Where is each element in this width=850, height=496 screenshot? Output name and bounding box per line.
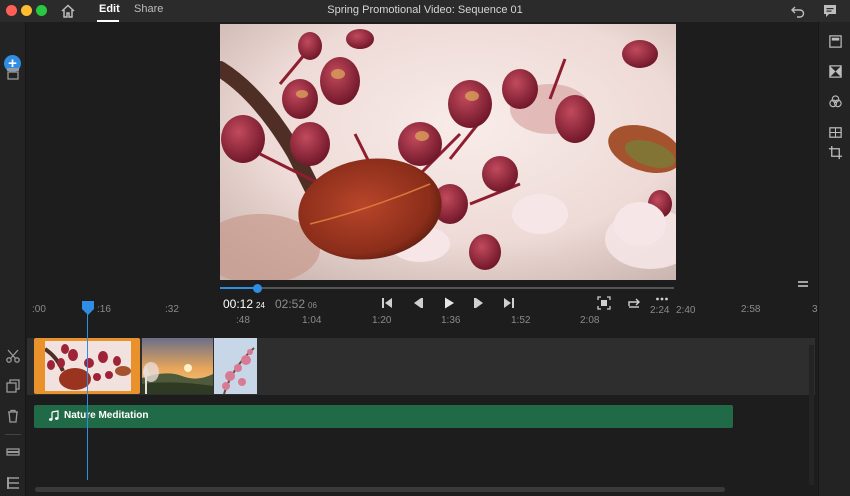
music-note-icon bbox=[48, 410, 59, 421]
ruler-tick: 2:58 bbox=[741, 304, 761, 315]
scissors-icon[interactable] bbox=[5, 348, 21, 364]
total-frames: 06 bbox=[308, 301, 317, 310]
step-back-icon[interactable] bbox=[411, 296, 425, 310]
video-preview[interactable] bbox=[220, 24, 676, 280]
trash-icon[interactable] bbox=[5, 408, 21, 424]
step-forward-icon[interactable] bbox=[472, 296, 486, 310]
ruler-tick: 2:40 bbox=[676, 305, 696, 316]
expand-panel-icon[interactable] bbox=[797, 280, 809, 288]
audio-track-name: Nature Meditation bbox=[64, 410, 149, 421]
sunset-clip[interactable] bbox=[142, 338, 213, 394]
fullscreen-icon[interactable] bbox=[597, 296, 611, 310]
more-icon[interactable] bbox=[655, 292, 669, 306]
right-toolbar bbox=[818, 22, 850, 496]
duplicate-icon[interactable] bbox=[5, 378, 21, 394]
current-frames: 24 bbox=[256, 301, 265, 310]
transition-icon[interactable] bbox=[828, 64, 843, 79]
ruler-tick: :16 bbox=[97, 304, 111, 315]
chat-icon[interactable] bbox=[822, 3, 838, 19]
ruler-tick: :48 bbox=[236, 315, 250, 326]
ruler-tick: 1:36 bbox=[441, 315, 461, 326]
total-timecode: 02:52 06 bbox=[275, 297, 317, 311]
blossom-clip[interactable] bbox=[214, 338, 257, 394]
ruler-tick: 3 bbox=[812, 304, 818, 315]
playhead-handle[interactable] bbox=[82, 301, 94, 315]
skip-to-start-icon[interactable] bbox=[380, 296, 394, 310]
vertical-scrollbar[interactable] bbox=[809, 345, 814, 485]
horizontal-scrollbar[interactable] bbox=[35, 487, 725, 492]
play-icon[interactable] bbox=[442, 296, 456, 310]
playhead-line bbox=[87, 312, 88, 480]
track-height-icon[interactable] bbox=[5, 444, 21, 460]
list-icon[interactable] bbox=[5, 475, 21, 491]
ruler-tick: 2:08 bbox=[580, 315, 600, 326]
loop-icon[interactable] bbox=[627, 296, 641, 310]
skip-to-end-icon[interactable] bbox=[502, 296, 516, 310]
scrub-handle[interactable] bbox=[253, 284, 262, 293]
archive-icon[interactable] bbox=[5, 65, 21, 81]
ruler-tick: 2:24 bbox=[650, 305, 670, 316]
ruler-tick: 1:20 bbox=[372, 315, 392, 326]
active-tab-indicator bbox=[97, 20, 119, 22]
total-time: 02:52 bbox=[275, 297, 306, 311]
flower-clip-thumbnail bbox=[45, 341, 131, 391]
color-icon[interactable] bbox=[828, 94, 843, 109]
ruler-tick: 1:04 bbox=[302, 315, 322, 326]
layout-icon[interactable] bbox=[828, 125, 843, 140]
toolbar-divider bbox=[5, 434, 21, 435]
scrub-bar[interactable] bbox=[220, 287, 674, 289]
current-timecode: 00:12 24 bbox=[223, 297, 265, 311]
ruler-tick: :00 bbox=[32, 304, 46, 315]
ruler-tick: :32 bbox=[165, 304, 179, 315]
undo-icon[interactable] bbox=[790, 3, 806, 19]
left-toolbar: + bbox=[0, 22, 26, 496]
current-time: 00:12 bbox=[223, 297, 254, 311]
audio-clip[interactable]: Nature Meditation bbox=[34, 405, 733, 428]
title-bar: Edit Share Spring Promotional Video: Seq… bbox=[0, 0, 850, 22]
title-icon[interactable] bbox=[828, 34, 843, 49]
ruler-tick: 1:52 bbox=[511, 315, 531, 326]
window-title: Spring Promotional Video: Sequence 01 bbox=[327, 4, 523, 16]
crop-icon[interactable] bbox=[828, 145, 843, 160]
